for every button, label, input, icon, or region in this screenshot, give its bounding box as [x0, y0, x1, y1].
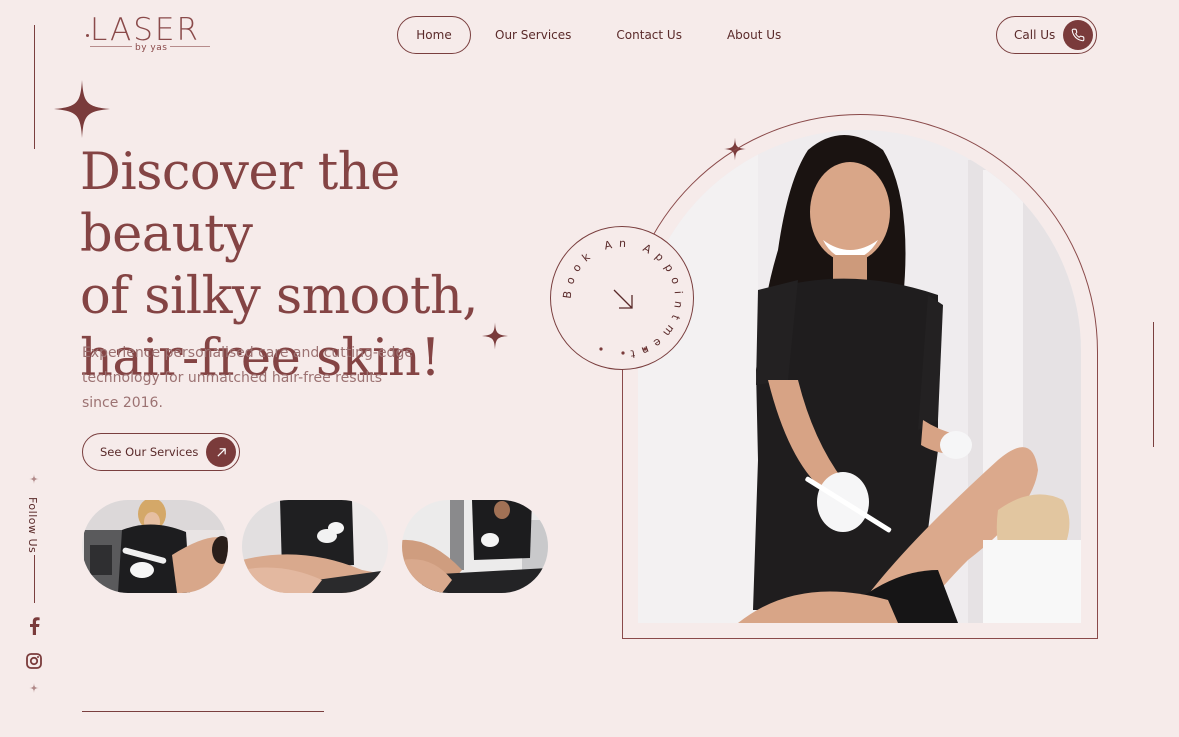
right-decor-line — [1153, 322, 1154, 447]
large-sparkle-icon — [54, 80, 110, 138]
hero-title-line: Discover the beauty — [80, 143, 400, 264]
treatment-photo-1 — [82, 500, 228, 593]
see-our-services-button[interactable]: See Our Services — [82, 433, 240, 471]
logo[interactable]: LASER by yas — [86, 12, 216, 56]
hero-subtitle: Experience personalised care and cutting… — [82, 345, 413, 411]
follow-us-label: Follow Us — [26, 497, 39, 554]
follow-divider-line — [34, 555, 35, 603]
phone-icon — [1063, 20, 1093, 50]
logo-subtext: by yas — [132, 43, 171, 53]
hero-photo — [638, 130, 1081, 623]
nav-about-us[interactable]: About Us — [727, 16, 781, 54]
call-us-button[interactable]: Call Us — [996, 16, 1097, 54]
nav-our-services[interactable]: Our Services — [495, 16, 571, 54]
treatment-photo-3 — [402, 500, 548, 593]
left-decor-line — [34, 25, 35, 149]
facebook-icon[interactable] — [28, 617, 40, 635]
nav-home[interactable]: Home — [397, 16, 471, 54]
hero-title-line: of silky smooth, — [80, 267, 479, 326]
arrow-down-right-icon — [613, 289, 633, 309]
see-our-services-label: See Our Services — [100, 445, 199, 459]
call-us-label: Call Us — [1014, 28, 1056, 42]
nav-contact-us[interactable]: Contact Us — [616, 16, 682, 54]
bottom-decor-line — [82, 711, 324, 712]
treatment-photo-2 — [242, 500, 388, 593]
logo-dot — [86, 34, 89, 37]
main-nav: Home Our Services Contact Us About Us — [397, 16, 781, 54]
instagram-icon[interactable] — [26, 653, 42, 669]
tiny-sparkle-icon — [29, 474, 39, 484]
arrow-up-right-icon — [206, 437, 236, 467]
book-appointment-badge[interactable]: Book An Appointment — [550, 226, 694, 370]
tiny-sparkle-icon — [29, 683, 39, 693]
